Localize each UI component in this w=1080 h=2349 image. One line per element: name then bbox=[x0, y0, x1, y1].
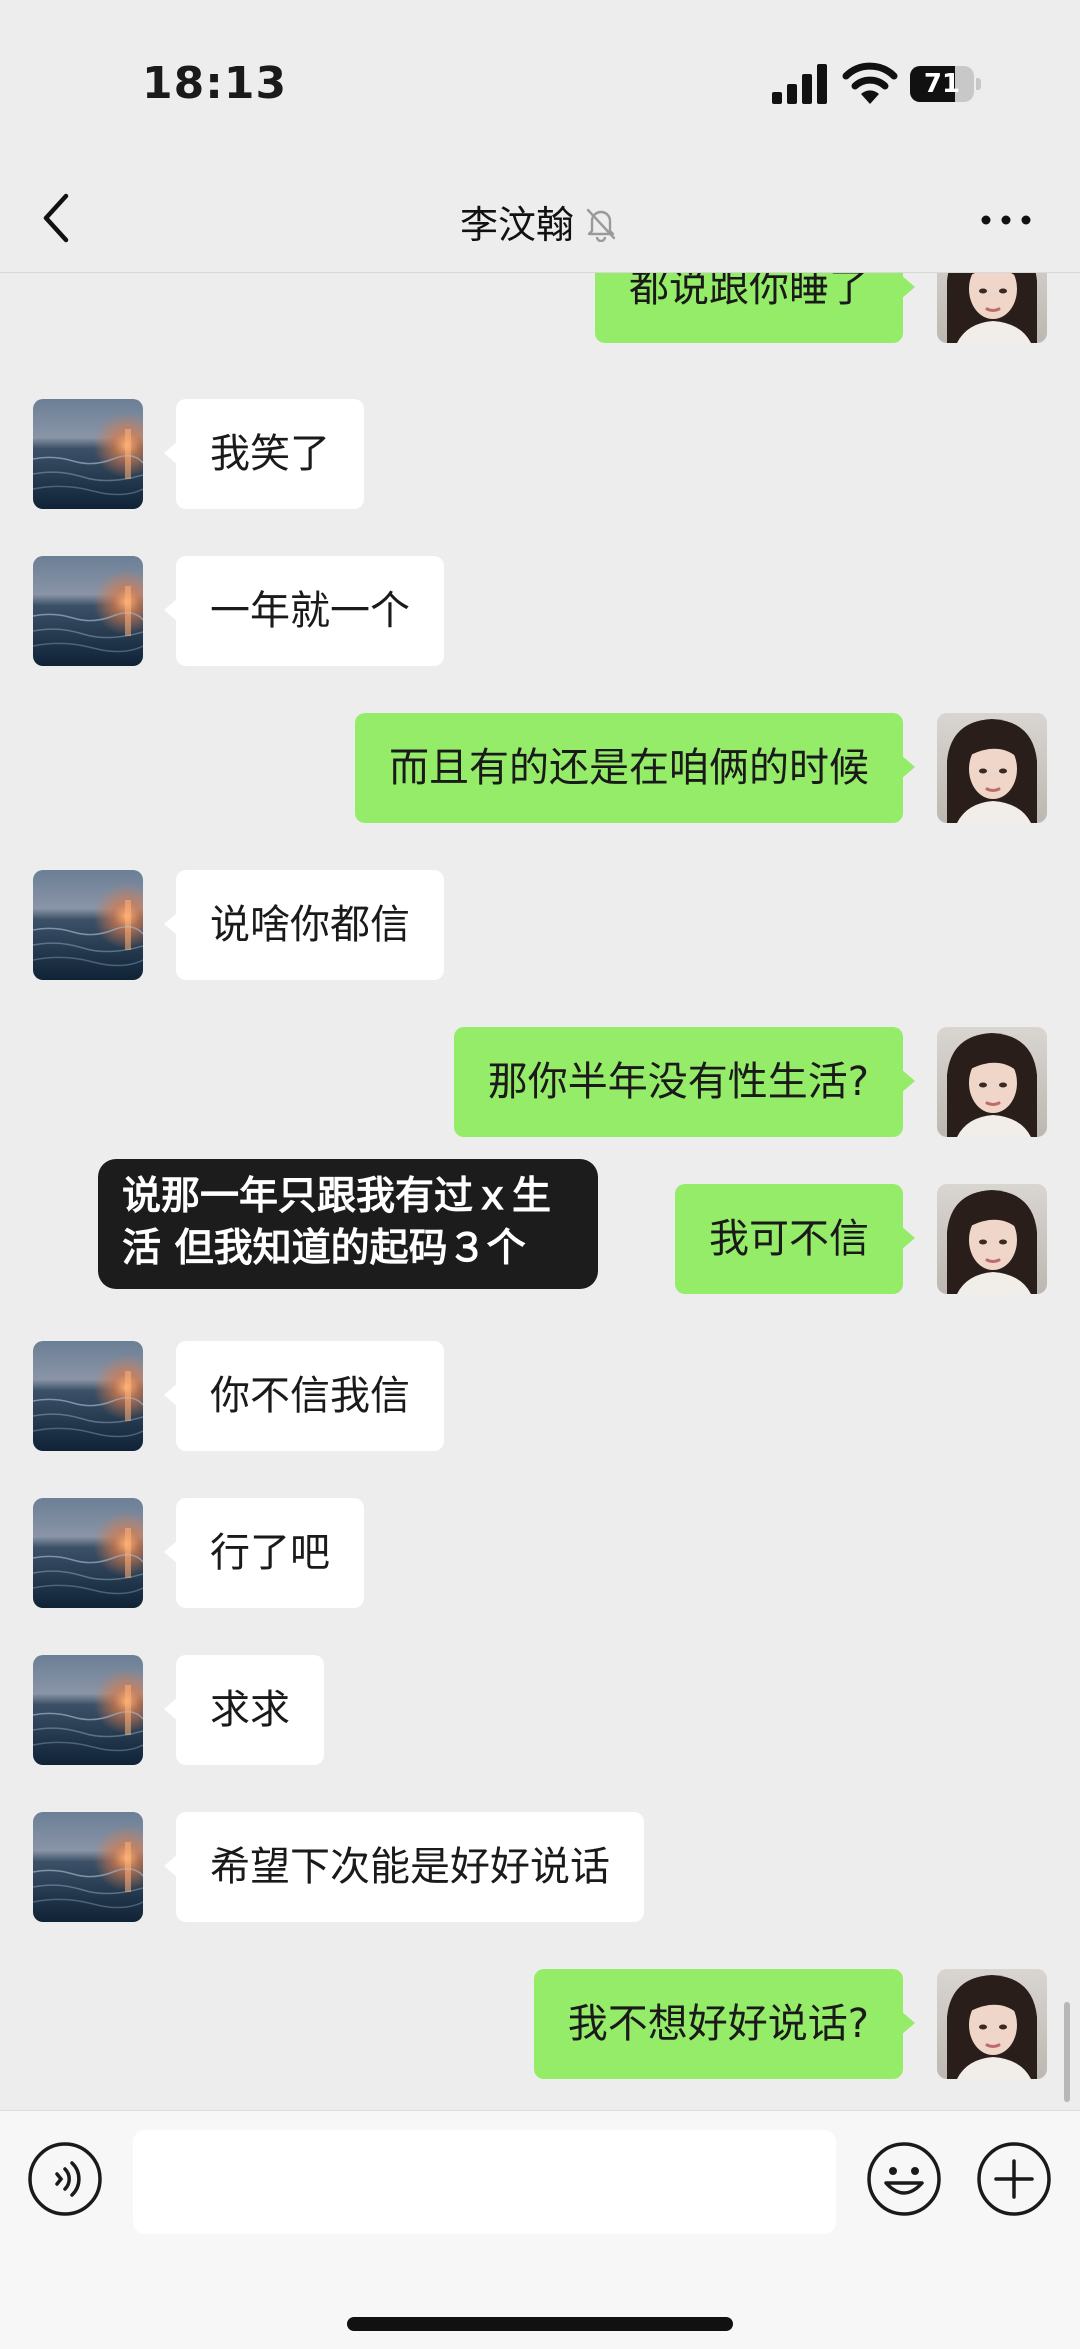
wifi-icon bbox=[842, 62, 898, 104]
message-bubble-incoming[interactable]: 希望下次能是好好说话 bbox=[164, 1812, 644, 1922]
my-avatar[interactable] bbox=[937, 1027, 1047, 1137]
message-bubble-incoming[interactable]: 你不信我信 bbox=[164, 1341, 444, 1451]
contact-avatar[interactable] bbox=[33, 870, 143, 980]
contact-name[interactable]: 李汶翰 bbox=[460, 194, 574, 249]
contact-avatar[interactable] bbox=[33, 1812, 143, 1922]
message-bubble-outgoing[interactable]: 我不想好好说话? bbox=[533, 1969, 916, 2079]
message-bubble-outgoing[interactable]: 我可不信 bbox=[675, 1184, 915, 1294]
contact-avatar[interactable] bbox=[33, 1341, 143, 1451]
contact-avatar[interactable] bbox=[33, 399, 143, 509]
message-bubble-outgoing[interactable]: 都说跟你睡了 bbox=[595, 273, 915, 343]
message-bubble-incoming[interactable]: 一年就一个 bbox=[164, 556, 444, 666]
message-bubble-incoming[interactable]: 说啥你都信 bbox=[164, 870, 444, 980]
message-bubble-incoming[interactable]: 我笑了 bbox=[164, 399, 364, 509]
plus-icon[interactable] bbox=[976, 2141, 1052, 2217]
contact-avatar[interactable] bbox=[33, 1655, 143, 1765]
title-container: 李汶翰 bbox=[0, 170, 1080, 272]
contact-avatar[interactable] bbox=[33, 1498, 143, 1608]
message-bubble-outgoing[interactable]: 那你半年没有性生活? bbox=[453, 1027, 916, 1137]
home-indicator[interactable] bbox=[347, 2317, 733, 2331]
battery-icon: 71 bbox=[910, 66, 974, 102]
status-bar: 18:13 71 bbox=[0, 0, 1080, 170]
more-dots-icon[interactable] bbox=[976, 198, 1036, 242]
status-time: 18:13 bbox=[142, 58, 288, 109]
signal-icon bbox=[772, 64, 827, 104]
voice-icon[interactable] bbox=[27, 2141, 103, 2217]
message-bubble-incoming[interactable]: 行了吧 bbox=[164, 1498, 364, 1608]
input-bar bbox=[0, 2110, 1080, 2349]
my-avatar[interactable] bbox=[937, 1969, 1047, 2079]
message-input[interactable] bbox=[133, 2130, 836, 2234]
contact-avatar[interactable] bbox=[33, 556, 143, 666]
emoji-icon[interactable] bbox=[866, 2141, 942, 2217]
battery-nub bbox=[976, 78, 981, 90]
message-bubble-incoming[interactable]: 求求 bbox=[164, 1655, 324, 1765]
my-avatar[interactable] bbox=[937, 273, 1047, 343]
message-bubble-outgoing[interactable]: 而且有的还是在咱俩的时候 bbox=[355, 713, 915, 823]
my-avatar[interactable] bbox=[937, 1184, 1047, 1294]
bell-slash-icon bbox=[586, 208, 616, 242]
battery-percent: 71 bbox=[923, 69, 961, 99]
scrollbar[interactable] bbox=[1064, 2002, 1070, 2102]
chat-header: 李汶翰 bbox=[0, 170, 1080, 273]
my-avatar[interactable] bbox=[937, 713, 1047, 823]
battery-indicator: 71 bbox=[910, 66, 982, 102]
overlay-caption: 说那一年只跟我有过ｘ生活 但我知道的起码３个 bbox=[98, 1159, 598, 1289]
